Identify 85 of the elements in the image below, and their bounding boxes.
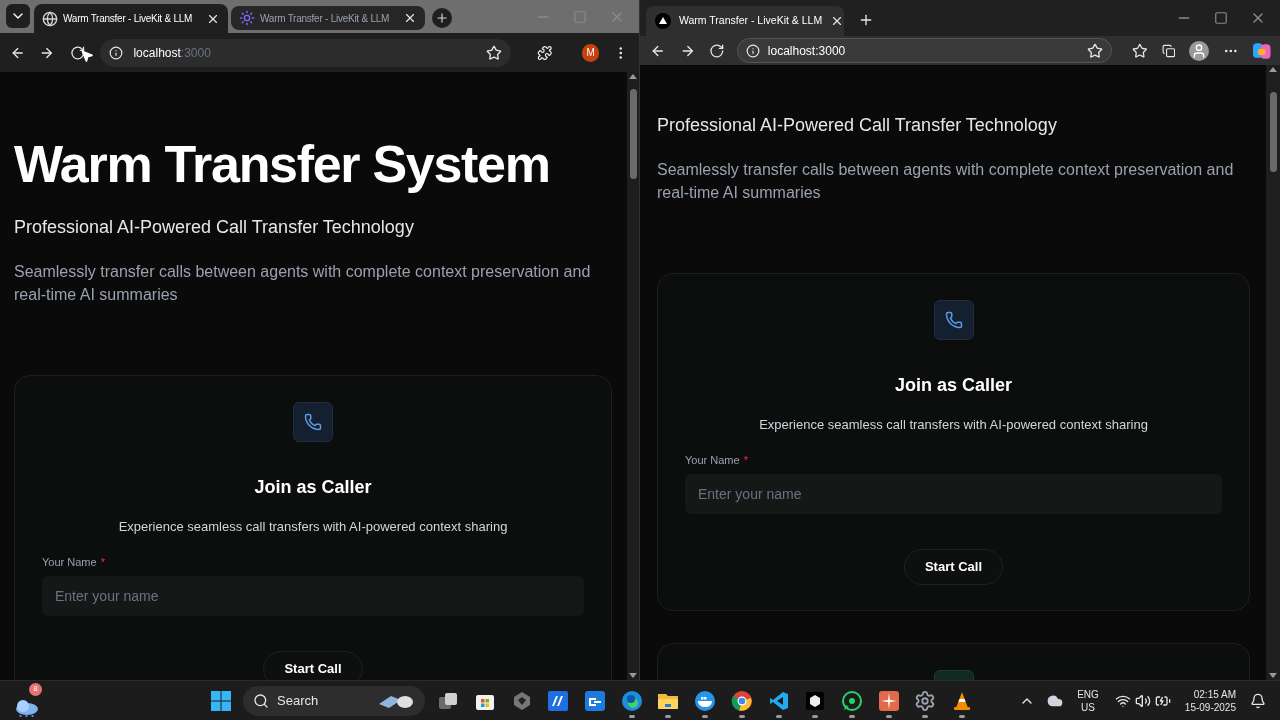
- card-text: Experience seamless call transfers with AI-powered context sharing: [118, 518, 508, 536]
- reload-icon[interactable]: [709, 42, 725, 59]
- chrome-icon[interactable]: [730, 689, 753, 712]
- extensions-icon[interactable]: [536, 44, 553, 61]
- bookmark-icon[interactable]: [485, 44, 502, 61]
- address-bar[interactable]: localhost:3000: [736, 38, 1113, 63]
- notification-badge: 8: [29, 682, 42, 696]
- globe-icon: [42, 10, 58, 27]
- cursor-icon: [80, 49, 94, 63]
- running-indicator: [738, 714, 745, 718]
- running-indicator: [628, 714, 635, 718]
- favorites-icon[interactable]: [1132, 42, 1148, 59]
- language-indicator[interactable]: ENG US: [1077, 687, 1099, 714]
- scrollbar[interactable]: [1266, 65, 1280, 680]
- address-bar[interactable]: localhost:3000: [100, 38, 511, 67]
- reload-icon[interactable]: [69, 44, 86, 61]
- collections-icon[interactable]: [1161, 43, 1176, 58]
- start-call-button[interactable]: Start Call: [903, 549, 1004, 585]
- app-icon[interactable]: [547, 689, 570, 712]
- info-icon[interactable]: [109, 45, 124, 60]
- link-icon[interactable]: [584, 689, 607, 712]
- subtitle: Professional AI-Powered Call Transfer Technology: [657, 114, 1058, 137]
- favorite-icon[interactable]: [1087, 42, 1104, 59]
- whale-icon[interactable]: [694, 689, 717, 712]
- description: Seamlessly transfer calls between agents with complete context preservation and real-time AI summaries: [657, 160, 1235, 203]
- search-label: Search: [277, 691, 320, 710]
- tab-title: Warm Transfer - LiveKit & LLM: [260, 11, 391, 26]
- running-indicator: [848, 714, 855, 718]
- search-icon: [253, 692, 269, 709]
- maximize-icon[interactable]: [1214, 11, 1228, 25]
- tab-title: Warm Transfer - LiveKit & LLM: [63, 12, 194, 26]
- running-indicator: [922, 714, 929, 718]
- tab-list-button[interactable]: [6, 4, 30, 28]
- phone-icon: [933, 300, 974, 340]
- profile-avatar[interactable]: M: [582, 43, 600, 62]
- start-call-button[interactable]: Start Call: [263, 651, 363, 680]
- browser-tab[interactable]: Warm Transfer - LiveKit & LLM: [34, 4, 228, 33]
- required-mark: *: [100, 555, 105, 570]
- volume-icon[interactable]: [1134, 692, 1151, 709]
- running-indicator: [812, 714, 819, 718]
- page-title: Warm Transfer System: [14, 134, 551, 193]
- notifications-icon[interactable]: [1250, 692, 1266, 709]
- browser-tab[interactable]: Warm Transfer - LiveKit & LLM: [231, 6, 425, 30]
- close-tab-icon[interactable]: [403, 11, 417, 25]
- burst-icon[interactable]: [877, 689, 900, 712]
- clock[interactable]: 02:15 AM 15-09-2025: [1184, 687, 1236, 714]
- date-text: 15-09-2025: [1184, 700, 1236, 714]
- subtitle: Professional AI-Powered Call Transfer Technology: [14, 216, 415, 239]
- info-icon[interactable]: [745, 43, 760, 58]
- description: Seamlessly transfer calls between agents with complete context preservation and real-time AI summaries: [14, 262, 592, 305]
- browser-tab[interactable]: Warm Transfer - LiveKit & LLM: [646, 6, 844, 36]
- name-field[interactable]: Enter your name: [685, 474, 1222, 514]
- field-label: Your Name: [685, 453, 740, 468]
- running-indicator: [958, 714, 965, 718]
- running-indicator: [885, 714, 892, 718]
- required-mark: *: [743, 453, 748, 468]
- tab-title: Warm Transfer - LiveKit & LLM: [679, 13, 823, 29]
- code-editor-icon[interactable]: [767, 689, 790, 712]
- sun-icon: [239, 10, 255, 26]
- new-tab-button[interactable]: [432, 8, 452, 28]
- region-text: US: [1081, 700, 1095, 714]
- url-text: localhost:3000: [767, 42, 847, 60]
- search-box[interactable]: Search: [243, 685, 425, 716]
- plus-icon: [435, 11, 449, 25]
- settings-icon[interactable]: [914, 689, 937, 712]
- new-tab-icon[interactable]: [858, 12, 874, 28]
- profile-icon[interactable]: [1189, 40, 1209, 61]
- language-text: ENG: [1077, 687, 1099, 701]
- phone-icon: [293, 402, 333, 442]
- time-text: 02:15 AM: [1193, 687, 1236, 701]
- chat-icon[interactable]: [840, 689, 863, 712]
- copilot-icon[interactable]: [1252, 40, 1272, 61]
- name-field[interactable]: Enter your name: [42, 576, 584, 616]
- field-label: Your Name: [42, 555, 97, 570]
- scrollbar[interactable]: [627, 72, 639, 680]
- running-indicator: [665, 714, 672, 718]
- start-icon[interactable]: [210, 689, 232, 712]
- running-indicator: [702, 714, 709, 718]
- card-heading: Join as Caller: [254, 476, 372, 499]
- url-text: localhost:3000: [133, 44, 212, 62]
- card-text: Experience seamless call transfers with AI-powered context sharing: [759, 416, 1148, 434]
- cube-icon[interactable]: [804, 689, 827, 712]
- running-indicator: [775, 714, 782, 718]
- browser-icon[interactable]: [620, 689, 643, 712]
- card-heading: Join as Caller: [894, 374, 1013, 397]
